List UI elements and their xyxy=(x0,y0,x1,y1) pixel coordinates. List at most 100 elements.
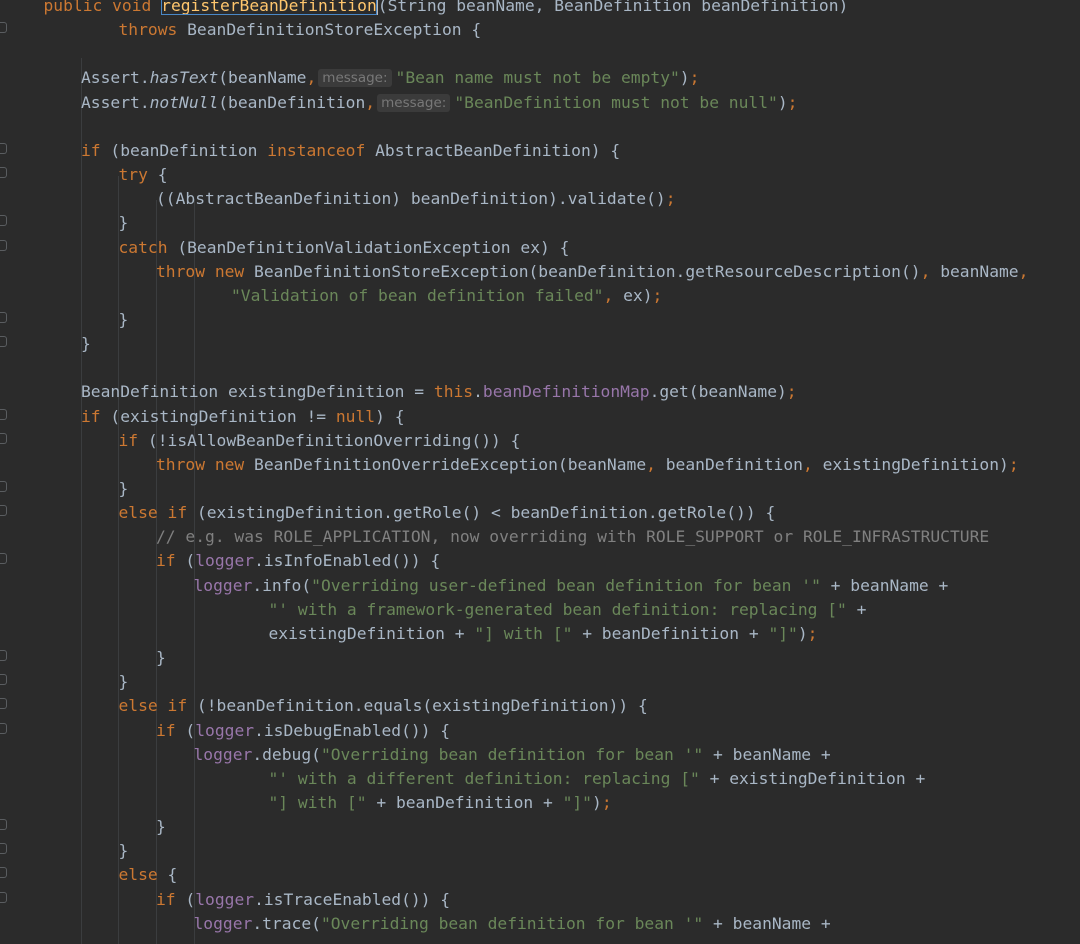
code-token: (beanDefinition xyxy=(110,140,268,160)
code-line[interactable]: logger.debug("Overriding bean definition… xyxy=(194,743,831,767)
code-line[interactable]: catch (BeanDefinitionValidationException… xyxy=(119,236,570,260)
keyword-token: ; xyxy=(601,792,612,812)
code-token: .get(beanName) xyxy=(649,382,787,402)
code-token: logger xyxy=(195,720,255,740)
code-token: logger xyxy=(193,744,253,764)
code-token: (beanName xyxy=(218,68,307,88)
code-token: (existingDefinition != xyxy=(110,406,336,426)
code-token: } xyxy=(118,479,129,498)
code-token: } xyxy=(118,309,129,329)
code-token: + beanName + xyxy=(703,744,831,764)
keyword-token: catch xyxy=(118,237,178,257)
code-line[interactable]: } xyxy=(119,211,129,235)
code-line[interactable]: if (!isAllowBeanDefinitionOverriding()) … xyxy=(119,429,521,453)
code-token: } xyxy=(118,841,129,861)
string-literal: "]" xyxy=(768,623,798,643)
code-token: BeanDefinitionStoreException(beanDefinit… xyxy=(254,261,921,281)
code-token: (!beanDefinition.equals(existingDefiniti… xyxy=(196,696,648,716)
code-token: } xyxy=(156,817,166,837)
code-line[interactable]: throw new BeanDefinitionStoreException(b… xyxy=(156,260,1028,284)
keyword-token: if xyxy=(81,140,111,160)
code-token: .trace( xyxy=(252,913,321,933)
code-line[interactable]: Assert.notNull(beanDefinition, message: "B… xyxy=(81,91,797,115)
code-line[interactable]: } xyxy=(119,670,129,694)
code-line[interactable]: "Validation of bean definition failed", … xyxy=(231,284,662,308)
string-literal: "Overriding bean definition for bean '" xyxy=(320,744,704,764)
code-token: logger xyxy=(193,913,253,933)
code-token: ( xyxy=(185,720,196,740)
string-literal: "Bean name must not be empty" xyxy=(395,68,680,88)
code-token: .isTraceEnabled()) { xyxy=(254,889,451,909)
code-token: beanDefinition xyxy=(665,454,803,474)
string-literal: "BeanDefinition must not be null" xyxy=(454,92,778,112)
keyword-token: ; xyxy=(1008,454,1019,474)
keyword-token: try xyxy=(118,165,158,185)
keyword-token: this xyxy=(433,382,474,402)
code-token: .isDebugEnabled()) { xyxy=(254,720,451,740)
keyword-token: , xyxy=(646,454,666,474)
code-editor[interactable]: public void registerBeanDefinition(Strin… xyxy=(0,0,1080,944)
code-line[interactable]: if (logger.isDebugEnabled()) { xyxy=(156,719,450,743)
code-token: } xyxy=(81,334,91,354)
code-line[interactable]: // e.g. was ROLE_APPLICATION, now overri… xyxy=(156,525,989,549)
keyword-token: throws xyxy=(118,20,188,40)
code-line[interactable]: } xyxy=(119,308,129,332)
code-token: ((AbstractBeanDefinition) beanDefinition… xyxy=(156,189,666,209)
code-line[interactable]: ((AbstractBeanDefinition) beanDefinition… xyxy=(156,187,676,211)
keyword-token: else xyxy=(118,865,168,885)
keyword-token: , xyxy=(603,285,624,305)
code-token: AbstractBeanDefinition) { xyxy=(375,140,621,160)
code-line[interactable]: else { xyxy=(119,863,178,887)
string-literal: "Validation of bean definition failed" xyxy=(231,285,604,305)
text-cursor: ( xyxy=(375,0,388,15)
code-line[interactable]: Assert.hasText(beanName, message: "Bean na… xyxy=(81,66,699,90)
code-line[interactable]: if (beanDefinition instanceof AbstractBe… xyxy=(81,139,620,163)
parameter-hint: message: xyxy=(377,93,451,112)
code-line[interactable]: BeanDefinition existingDefinition = this… xyxy=(81,380,797,404)
code-line[interactable]: try { xyxy=(119,163,168,187)
code-line[interactable]: if (logger.isTraceEnabled()) { xyxy=(156,888,450,912)
code-token: notNull xyxy=(149,92,219,112)
string-literal: "' with a framework-generated bean defin… xyxy=(268,599,847,619)
string-literal: "Overriding bean definition for bean '" xyxy=(320,913,704,933)
code-token: existingDefinition + xyxy=(268,623,475,643)
keyword-token: throw new xyxy=(156,261,255,281)
keyword-token: if xyxy=(118,430,148,450)
code-line[interactable]: if (existingDefinition != null) { xyxy=(81,405,405,429)
code-line[interactable]: logger.info("Overriding user-defined bea… xyxy=(194,574,949,598)
code-token: { xyxy=(167,865,178,885)
code-line[interactable]: } xyxy=(156,646,166,670)
code-token: .debug( xyxy=(252,744,321,764)
keyword-token: , xyxy=(920,261,941,281)
code-line[interactable]: else if (existingDefinition.getRole() < … xyxy=(119,501,776,525)
code-line[interactable]: existingDefinition + "] with [" + beanDe… xyxy=(269,622,818,646)
code-token: { xyxy=(157,165,168,185)
code-token: Assert. xyxy=(81,68,150,88)
code-token: logger xyxy=(195,889,255,909)
code-line[interactable]: } xyxy=(156,815,166,839)
code-line[interactable]: "' with a different definition: replacin… xyxy=(269,767,926,791)
code-token: + beanName + xyxy=(820,575,949,595)
code-line[interactable]: } xyxy=(119,477,129,501)
keyword-token: , xyxy=(306,68,317,88)
code-token: .isInfoEnabled()) { xyxy=(254,551,441,571)
code-line[interactable]: } xyxy=(119,839,129,863)
code-token: ) xyxy=(592,792,602,812)
code-line[interactable]: throws BeanDefinitionStoreException { xyxy=(119,18,482,42)
code-token: ) xyxy=(777,92,788,112)
code-line[interactable]: "] with [" + beanDefinition + "]"); xyxy=(269,791,612,815)
code-line[interactable]: else if (!beanDefinition.equals(existing… xyxy=(119,694,648,718)
code-line[interactable]: } xyxy=(81,332,91,356)
code-token: ) xyxy=(679,68,690,88)
code-line[interactable]: logger.trace("Overriding bean definition… xyxy=(194,912,831,936)
code-token: String beanName, BeanDefinition beanDefi… xyxy=(387,0,849,15)
code-line[interactable]: if (logger.isInfoEnabled()) { xyxy=(156,549,440,573)
code-token: .info( xyxy=(252,575,312,595)
string-literal: "] with [" xyxy=(268,792,367,812)
code-line[interactable]: public void registerBeanDefinition(Strin… xyxy=(44,0,849,18)
string-literal: "' with a different definition: replacin… xyxy=(268,768,700,788)
code-token: ) xyxy=(797,623,808,643)
code-token: BeanDefinitionStoreException { xyxy=(187,20,482,40)
code-line[interactable]: "' with a framework-generated bean defin… xyxy=(269,598,867,622)
code-line[interactable]: throw new BeanDefinitionOverrideExceptio… xyxy=(156,453,1019,477)
